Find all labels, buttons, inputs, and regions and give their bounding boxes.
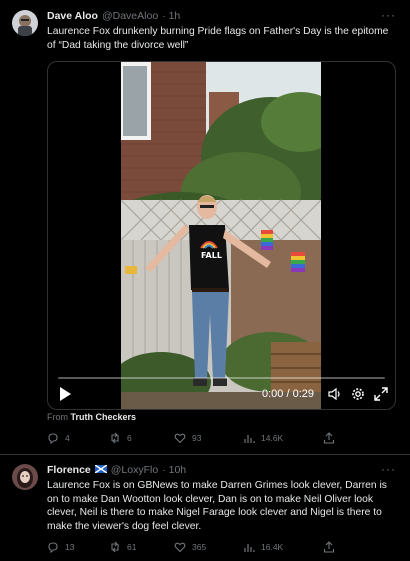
author-handle[interactable]: @LoxyFlo <box>111 464 158 476</box>
tweet-actions: 13 61 365 16.4K <box>47 541 347 555</box>
views-count: 14.6K <box>261 433 284 443</box>
reply-icon <box>48 542 58 553</box>
share-button[interactable] <box>323 432 341 444</box>
share-icon <box>323 432 335 444</box>
tweet-time[interactable]: · 1h <box>162 10 180 22</box>
like-icon <box>174 542 186 553</box>
share-button[interactable] <box>323 541 341 553</box>
author-name[interactable]: Dave Aloo <box>47 10 98 22</box>
tweet-florence[interactable]: Florence @LoxyFlo · 10h ··· Laurence Fox… <box>0 455 410 561</box>
avatar-dave-aloo[interactable] <box>12 10 38 36</box>
views-count: 16.4K <box>261 542 284 552</box>
like-count: 93 <box>192 433 202 443</box>
like-button[interactable]: 365 <box>174 541 206 553</box>
like-icon <box>174 433 186 444</box>
tweet-time[interactable]: · 10h <box>162 464 186 476</box>
retweet-count: 61 <box>127 542 137 552</box>
views-icon <box>244 544 255 552</box>
tweet-actions: 4 6 93 14.6K <box>47 432 347 446</box>
from-source-link[interactable]: Truth Checkers <box>71 412 137 422</box>
like-count: 365 <box>192 542 207 552</box>
views-button[interactable]: 14.6K <box>243 432 283 444</box>
reply-icon <box>48 433 58 444</box>
reply-button[interactable]: 4 <box>47 432 70 444</box>
reply-count: 13 <box>65 542 75 552</box>
tweet-dave-aloo[interactable]: Dave Aloo @DaveAloo · 1h ··· Laurence Fo… <box>0 0 410 452</box>
video-controls: 0:00 / 0:29 <box>48 375 395 409</box>
play-icon[interactable] <box>58 387 72 401</box>
settings-icon[interactable] <box>351 387 365 401</box>
retweet-button[interactable]: 61 <box>109 541 136 553</box>
retweet-icon <box>111 541 119 553</box>
reply-button[interactable]: 13 <box>47 541 74 553</box>
from-label: From <box>47 412 68 422</box>
views-icon <box>244 435 255 443</box>
reply-count: 4 <box>65 433 70 443</box>
more-icon[interactable]: ··· <box>381 8 396 22</box>
video-source: From Truth Checkers <box>47 412 136 422</box>
author-handle[interactable]: @DaveAloo <box>102 10 158 22</box>
scotland-flag-icon <box>94 464 108 474</box>
retweet-count: 6 <box>127 433 132 443</box>
video-frame[interactable]: FALL <box>121 62 321 409</box>
video-timecode: 0:00 / 0:29 <box>262 388 314 400</box>
share-icon <box>323 541 335 553</box>
tweet-text: Laurence Fox drunkenly burning Pride fla… <box>47 26 389 51</box>
author-name[interactable]: Florence <box>47 464 91 476</box>
avatar-florence[interactable] <box>12 464 38 490</box>
tweet-text: Laurence Fox is on GBNews to make Darren… <box>47 480 387 532</box>
more-icon[interactable]: ··· <box>381 462 396 476</box>
like-button[interactable]: 93 <box>174 432 201 444</box>
volume-icon[interactable] <box>328 387 342 401</box>
retweet-icon <box>111 432 119 444</box>
retweet-button[interactable]: 6 <box>109 432 132 444</box>
shirt-text: FALL <box>201 251 222 260</box>
views-button[interactable]: 16.4K <box>243 541 283 553</box>
fullscreen-icon[interactable] <box>374 387 388 401</box>
video-player[interactable]: FALL 0:00 / 0:29 <box>47 61 396 410</box>
video-progress-bar[interactable] <box>58 377 385 379</box>
